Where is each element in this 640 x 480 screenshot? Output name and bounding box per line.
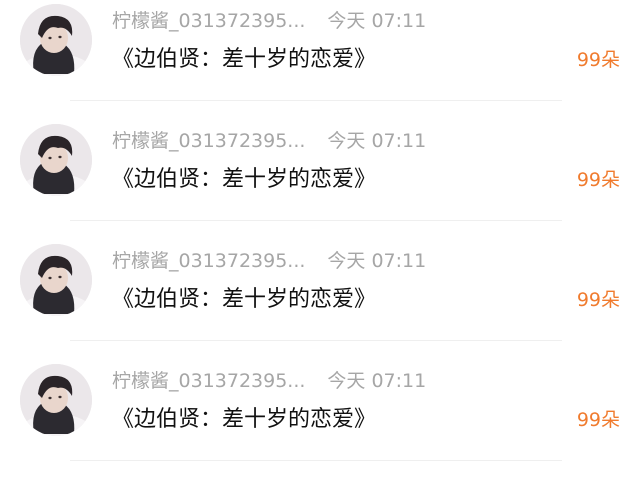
timestamp: 今天 07:11 bbox=[327, 250, 427, 272]
timestamp: 今天 07:11 bbox=[327, 10, 427, 32]
divider bbox=[70, 340, 562, 341]
user-avatar-icon bbox=[20, 4, 92, 76]
user-avatar-icon bbox=[20, 244, 92, 316]
divider bbox=[70, 460, 562, 461]
avatar[interactable] bbox=[20, 364, 92, 436]
user-name[interactable]: 柠檬酱_031372395... bbox=[112, 368, 305, 394]
timestamp: 今天 07:11 bbox=[327, 370, 427, 392]
item-meta: 柠檬酱_031372395... 今天 07:11 bbox=[112, 248, 426, 274]
flower-count: 99朵 bbox=[576, 169, 620, 191]
flower-count: 99朵 bbox=[576, 409, 620, 431]
user-name[interactable]: 柠檬酱_031372395... bbox=[112, 8, 305, 34]
item-title[interactable]: 《边伯贤：差十岁的恋爱》 bbox=[112, 284, 376, 316]
item-title[interactable]: 《边伯贤：差十岁的恋爱》 bbox=[112, 164, 376, 196]
list-item[interactable]: 柠檬酱_031372395... 今天 07:11 《边伯贤：差十岁的恋爱》 99… bbox=[0, 0, 640, 120]
item-meta: 柠檬酱_031372395... 今天 07:11 bbox=[112, 128, 426, 154]
flower-count: 99朵 bbox=[576, 49, 620, 71]
avatar[interactable] bbox=[20, 4, 92, 76]
flower-count: 99朵 bbox=[576, 289, 620, 311]
divider bbox=[70, 220, 562, 221]
list-item[interactable]: 柠檬酱_031372395... 今天 07:11 《边伯贤：差十岁的恋爱》 99… bbox=[0, 120, 640, 240]
item-meta: 柠檬酱_031372395... 今天 07:11 bbox=[112, 368, 426, 394]
user-name[interactable]: 柠檬酱_031372395... bbox=[112, 248, 305, 274]
item-meta: 柠檬酱_031372395... 今天 07:11 bbox=[112, 8, 426, 34]
user-avatar-icon bbox=[20, 364, 92, 436]
avatar[interactable] bbox=[20, 244, 92, 316]
item-title[interactable]: 《边伯贤：差十岁的恋爱》 bbox=[112, 44, 376, 76]
item-title[interactable]: 《边伯贤：差十岁的恋爱》 bbox=[112, 404, 376, 436]
list-item[interactable]: 柠檬酱_031372395... 今天 07:11 《边伯贤：差十岁的恋爱》 99… bbox=[0, 240, 640, 360]
divider bbox=[70, 100, 562, 101]
timestamp: 今天 07:11 bbox=[327, 130, 427, 152]
user-name[interactable]: 柠檬酱_031372395... bbox=[112, 128, 305, 154]
avatar[interactable] bbox=[20, 124, 92, 196]
list-item[interactable]: 柠檬酱_031372395... 今天 07:11 《边伯贤：差十岁的恋爱》 99… bbox=[0, 360, 640, 480]
gift-list: 柠檬酱_031372395... 今天 07:11 《边伯贤：差十岁的恋爱》 99… bbox=[0, 0, 640, 480]
user-avatar-icon bbox=[20, 124, 92, 196]
